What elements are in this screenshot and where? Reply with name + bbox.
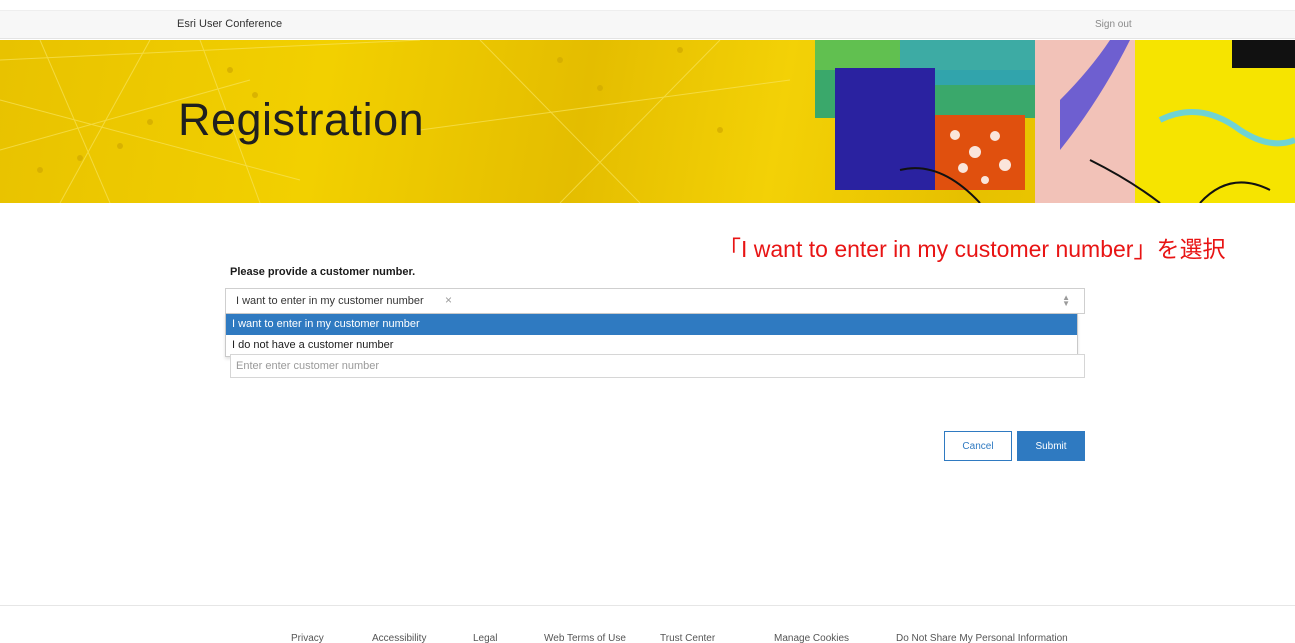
option-enter-customer-number[interactable]: I want to enter in my customer number <box>226 314 1077 335</box>
option-no-customer-number[interactable]: I do not have a customer number <box>226 335 1077 356</box>
footer-links: Privacy Accessibility Legal Web Terms of… <box>0 633 1295 643</box>
footer-divider <box>0 605 1295 606</box>
page-title: Registration <box>178 94 425 145</box>
instruction-annotation: 「I want to enter in my customer number」を… <box>718 236 1226 262</box>
footer-link-accessibility[interactable]: Accessibility <box>372 633 426 643</box>
footer-link-legal[interactable]: Legal <box>473 633 497 643</box>
sign-out-link[interactable]: Sign out <box>1095 19 1132 30</box>
customer-number-label: Please provide a customer number. <box>230 266 416 278</box>
footer-link-trust-center[interactable]: Trust Center <box>660 633 715 643</box>
customer-number-input[interactable] <box>230 354 1085 378</box>
cancel-button[interactable]: Cancel <box>944 431 1012 461</box>
sort-arrows-icon[interactable]: ▲ ▼ <box>1062 294 1070 308</box>
submit-button[interactable]: Submit <box>1017 431 1085 461</box>
footer-link-manage-cookies[interactable]: Manage Cookies <box>774 633 849 643</box>
clear-icon[interactable]: × <box>445 293 452 307</box>
site-brand: Esri User Conference <box>177 18 283 30</box>
registration-banner: Registration <box>0 40 1295 203</box>
footer-link-privacy[interactable]: Privacy <box>291 633 324 643</box>
footer-link-do-not-share[interactable]: Do Not Share My Personal Information <box>896 633 1068 643</box>
customer-number-dropdown: I want to enter in my customer number I … <box>225 313 1078 357</box>
footer-link-web-terms[interactable]: Web Terms of Use <box>544 633 626 643</box>
select-current-value: I want to enter in my customer number <box>236 295 424 307</box>
top-navigation-bar: Esri User Conference Sign out <box>0 10 1295 39</box>
customer-number-select[interactable]: I want to enter in my customer number × … <box>225 288 1085 314</box>
